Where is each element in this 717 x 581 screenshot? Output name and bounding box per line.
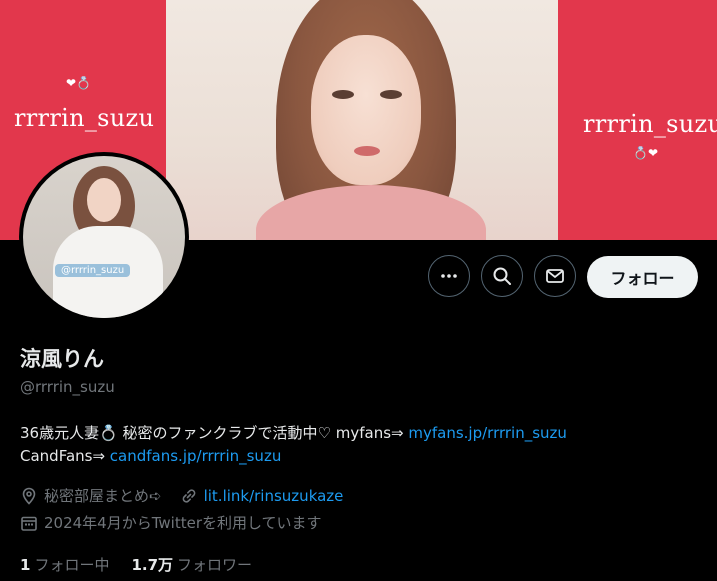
bio-line-2: CandFans⇒ candfans.jp/rrrrin_suzu <box>20 445 710 468</box>
banner-photo-lips <box>354 146 380 156</box>
ring-emoji-right: 💍❤ <box>633 146 658 160</box>
banner-photo-eye-left <box>332 90 354 99</box>
location-text: 秘密部屋まとめ➪ <box>44 487 162 505</box>
candfans-link[interactable]: candfans.jp/rrrrin_suzu <box>110 447 282 465</box>
more-button[interactable] <box>428 255 470 297</box>
more-dots-icon <box>441 274 457 278</box>
profile-handle: @rrrrin_suzu <box>20 378 115 396</box>
location-icon <box>22 487 36 505</box>
profile-avatar[interactable]: @rrrrin_suzu <box>19 152 189 322</box>
following-stat[interactable]: 1 フォロー中 <box>20 554 109 575</box>
bio-text-1: 36歳元人妻💍 秘密のファンクラブで活動中♡ myfans⇒ <box>20 424 409 442</box>
banner-photo-eye-right <box>380 90 402 99</box>
calendar-icon <box>21 516 37 531</box>
following-count: 1 <box>20 556 31 574</box>
ring-emoji-left: ❤💍 <box>66 76 91 90</box>
banner-text-left: rrrrin_suzu <box>14 104 155 132</box>
message-button[interactable] <box>534 255 576 297</box>
banner-photo-face <box>311 35 421 185</box>
banner-photo <box>166 0 558 240</box>
avatar-image: @rrrrin_suzu <box>23 156 185 318</box>
link-icon <box>182 488 195 503</box>
follow-stats: 1 フォロー中 1.7万 フォロワー <box>20 554 252 575</box>
joined-text: 2024年4月からTwitterを利用しています <box>44 514 322 532</box>
avatar-face <box>87 178 121 222</box>
joined-row: 2024年4月からTwitterを利用しています <box>20 512 322 533</box>
mail-icon <box>546 269 564 283</box>
profile-meta-row: 秘密部屋まとめ➪ lit.link/rinsuzukaze <box>20 485 343 506</box>
bio-text-2: CandFans⇒ <box>20 447 110 465</box>
profile-bio: 36歳元人妻💍 秘密のファンクラブで活動中♡ myfans⇒ myfans.jp… <box>20 422 710 468</box>
following-label: フォロー中 <box>34 556 110 574</box>
profile-name: 涼風りん <box>20 347 104 371</box>
followers-count: 1.7万 <box>131 556 174 574</box>
search-button[interactable] <box>481 255 523 297</box>
myfans-link[interactable]: myfans.jp/rrrrin_suzu <box>408 424 567 442</box>
followers-label: フォロワー <box>177 556 253 574</box>
follow-button[interactable]: フォロー <box>587 256 698 298</box>
followers-stat[interactable]: 1.7万 フォロワー <box>131 554 252 575</box>
search-icon <box>493 267 511 285</box>
website-link[interactable]: lit.link/rinsuzukaze <box>204 487 344 505</box>
bio-line-1: 36歳元人妻💍 秘密のファンクラブで活動中♡ myfans⇒ myfans.jp… <box>20 422 710 445</box>
avatar-watermark: @rrrrin_suzu <box>55 264 131 277</box>
banner-text-right: rrrrin_suzu <box>583 110 717 138</box>
